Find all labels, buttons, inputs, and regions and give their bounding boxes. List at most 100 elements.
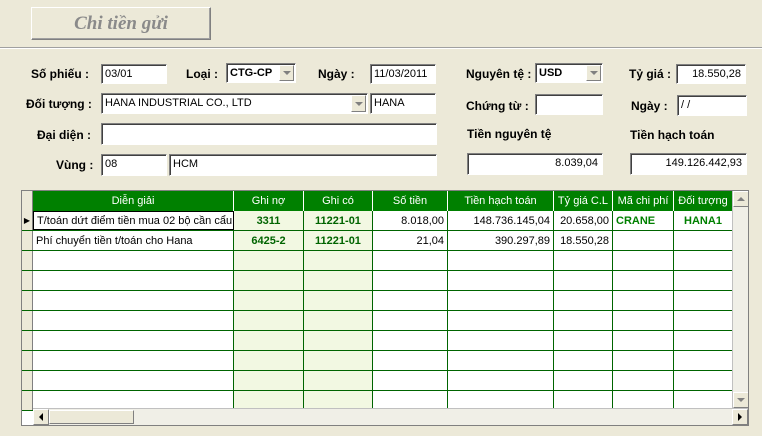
- col-so-tien[interactable]: Số tiền: [373, 191, 448, 211]
- col-dien-giai[interactable]: Diễn giải: [33, 191, 234, 211]
- row-selector[interactable]: [22, 271, 33, 290]
- empty-cell[interactable]: [674, 251, 733, 270]
- empty-cell[interactable]: [448, 351, 554, 370]
- table-row-empty[interactable]: [22, 311, 733, 331]
- empty-cell[interactable]: [234, 291, 304, 310]
- empty-cell[interactable]: [373, 371, 448, 390]
- empty-cell[interactable]: [304, 371, 373, 390]
- cell-tien-hach-toan[interactable]: 148.736.145,04: [448, 211, 554, 230]
- grid-horizontal-scrollbar[interactable]: [33, 408, 748, 425]
- empty-cell[interactable]: [448, 251, 554, 270]
- empty-cell[interactable]: [674, 291, 733, 310]
- empty-cell[interactable]: [304, 251, 373, 270]
- row-selector[interactable]: [22, 311, 33, 330]
- col-ghi-co[interactable]: Ghi có: [304, 191, 373, 211]
- table-row[interactable]: ▶ T/toán dứt điểm tiền mua 02 bộ cần cẩu…: [22, 211, 733, 231]
- table-row-empty[interactable]: [22, 371, 733, 391]
- scroll-left-icon[interactable]: [33, 409, 49, 425]
- empty-cell[interactable]: [33, 271, 234, 290]
- empty-cell[interactable]: [304, 331, 373, 350]
- row-selector-icon[interactable]: ▶: [22, 211, 33, 230]
- tien-nguyen-te-field[interactable]: 8.039,04: [467, 153, 603, 175]
- empty-cell[interactable]: [373, 331, 448, 350]
- row-selector-icon[interactable]: [22, 231, 33, 250]
- nguyen-te-combo[interactable]: USD: [535, 63, 603, 83]
- empty-cell[interactable]: [674, 271, 733, 290]
- empty-cell[interactable]: [33, 311, 234, 330]
- empty-cell[interactable]: [613, 271, 674, 290]
- col-ma-chi-phi[interactable]: Mã chi phí: [613, 191, 674, 211]
- empty-cell[interactable]: [554, 331, 613, 350]
- doi-tuong-combo[interactable]: HANA INDUSTRIAL CO., LTD: [101, 93, 368, 114]
- scroll-right-icon[interactable]: [732, 409, 748, 425]
- empty-cell[interactable]: [554, 311, 613, 330]
- chevron-down-icon[interactable]: [351, 95, 366, 112]
- empty-cell[interactable]: [554, 371, 613, 390]
- empty-cell[interactable]: [448, 331, 554, 350]
- table-row-empty[interactable]: [22, 291, 733, 311]
- scroll-up-icon[interactable]: [733, 191, 748, 207]
- vung-name-field[interactable]: HCM: [169, 154, 437, 176]
- empty-cell[interactable]: [613, 351, 674, 370]
- empty-cell[interactable]: [373, 251, 448, 270]
- ngay-field[interactable]: 11/03/2011: [370, 64, 436, 84]
- empty-cell[interactable]: [674, 311, 733, 330]
- empty-cell[interactable]: [33, 371, 234, 390]
- empty-cell[interactable]: [554, 271, 613, 290]
- empty-cell[interactable]: [448, 271, 554, 290]
- table-row[interactable]: Phí chuyển tiền t/toán cho Hana 6425-2 1…: [22, 231, 733, 251]
- scroll-down-icon[interactable]: [733, 392, 748, 408]
- ngay2-field[interactable]: / /: [677, 95, 747, 116]
- col-doi-tuong[interactable]: Đối tượng: [674, 191, 733, 211]
- empty-cell[interactable]: [373, 351, 448, 370]
- empty-cell[interactable]: [613, 251, 674, 270]
- empty-cell[interactable]: [234, 311, 304, 330]
- row-selector[interactable]: [22, 391, 33, 410]
- cell-ty-gia-cl[interactable]: 18.550,28: [554, 231, 613, 250]
- cell-ghi-no[interactable]: 3311: [234, 211, 304, 230]
- empty-cell[interactable]: [33, 291, 234, 310]
- grid-vertical-scrollbar[interactable]: [732, 191, 748, 408]
- cell-doi-tuong[interactable]: [674, 231, 733, 250]
- col-tien-hach-toan[interactable]: Tiền hạch toán: [448, 191, 554, 211]
- cell-ma-chi-phi[interactable]: CRANE: [613, 211, 674, 230]
- empty-cell[interactable]: [304, 291, 373, 310]
- empty-cell[interactable]: [33, 331, 234, 350]
- empty-cell[interactable]: [304, 351, 373, 370]
- empty-cell[interactable]: [234, 251, 304, 270]
- empty-cell[interactable]: [674, 331, 733, 350]
- table-row-empty[interactable]: [22, 351, 733, 371]
- loai-combo[interactable]: CTG-CP: [226, 63, 296, 83]
- form-title[interactable]: Chi tiền gửi: [31, 7, 211, 40]
- cell-ty-gia-cl[interactable]: 20.658,00: [554, 211, 613, 230]
- row-selector[interactable]: [22, 351, 33, 370]
- empty-cell[interactable]: [304, 271, 373, 290]
- empty-cell[interactable]: [373, 271, 448, 290]
- col-ty-gia-cl[interactable]: Tỷ giá C.L: [554, 191, 613, 211]
- empty-cell[interactable]: [234, 271, 304, 290]
- empty-cell[interactable]: [554, 251, 613, 270]
- chung-tu-field[interactable]: [535, 94, 603, 115]
- empty-cell[interactable]: [234, 351, 304, 370]
- empty-cell[interactable]: [304, 311, 373, 330]
- vung-code-field[interactable]: 08: [101, 154, 167, 176]
- empty-cell[interactable]: [613, 331, 674, 350]
- empty-cell[interactable]: [33, 251, 234, 270]
- row-selector[interactable]: [22, 291, 33, 310]
- cell-dien-giai[interactable]: T/toán dứt điểm tiền mua 02 bộ cần cẩu: [33, 211, 234, 230]
- cell-so-tien[interactable]: 8.018,00: [373, 211, 448, 230]
- so-phieu-field[interactable]: 03/01: [101, 64, 167, 84]
- cell-so-tien[interactable]: 21,04: [373, 231, 448, 250]
- ty-gia-field[interactable]: 18.550,28: [676, 64, 746, 84]
- empty-cell[interactable]: [554, 351, 613, 370]
- empty-cell[interactable]: [373, 291, 448, 310]
- empty-cell[interactable]: [674, 371, 733, 390]
- empty-cell[interactable]: [373, 311, 448, 330]
- chevron-down-icon[interactable]: [279, 65, 294, 81]
- cell-dien-giai[interactable]: Phí chuyển tiền t/toán cho Hana: [33, 231, 234, 250]
- empty-cell[interactable]: [234, 371, 304, 390]
- col-ghi-no[interactable]: Ghi nợ: [234, 191, 304, 211]
- table-row-empty[interactable]: [22, 251, 733, 271]
- cell-ghi-co[interactable]: 11221-01: [304, 211, 373, 230]
- chevron-down-icon[interactable]: [586, 65, 601, 81]
